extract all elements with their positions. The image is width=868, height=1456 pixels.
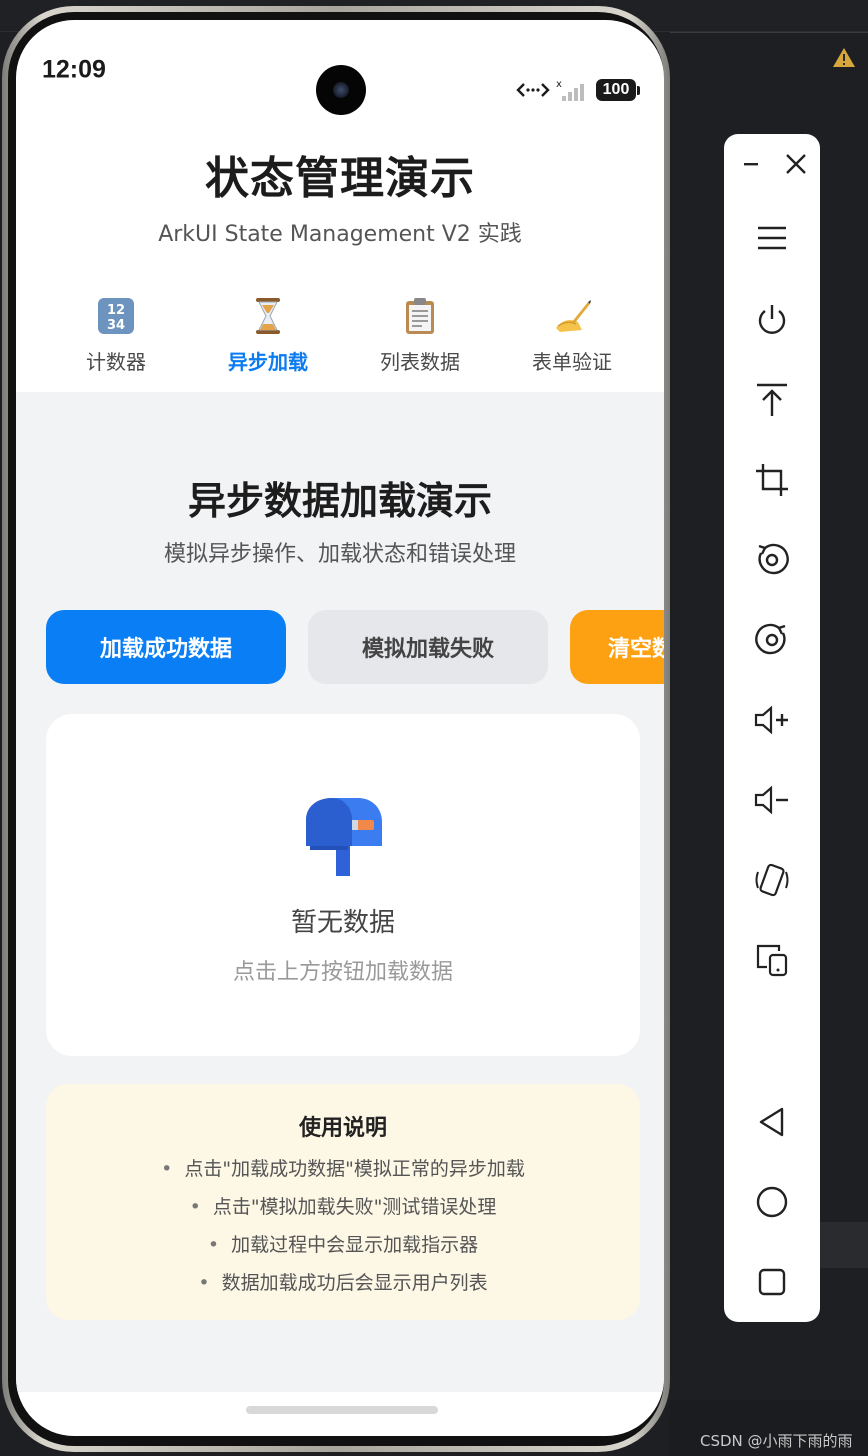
page-subtitle: ArkUI State Management V2 实践 bbox=[158, 222, 522, 247]
async-demo-panel: 异步数据加载演示 模拟异步操作、加载状态和错误处理 加载成功数据 模拟加载失败 … bbox=[16, 392, 664, 1392]
mailbox-icon bbox=[306, 798, 382, 876]
tab-bar: 12 34 计数器 异步加载 列表数据 表单验证 bbox=[16, 296, 664, 386]
clear-data-button[interactable]: 清空数 bbox=[570, 610, 664, 684]
instruction-item: • 数据加载成功后会显示用户列表 bbox=[46, 1268, 640, 1295]
volume-down-icon bbox=[754, 785, 788, 815]
demo-subtitle: 模拟异步操作、加载状态和错误处理 bbox=[163, 542, 516, 567]
back-icon bbox=[759, 1107, 784, 1137]
power-button[interactable] bbox=[752, 300, 792, 340]
phone-screen: 12:09 x 100 状态管理演示 ArkUI State Managemen… bbox=[16, 20, 664, 1436]
tab-list-data[interactable]: 列表数据 bbox=[350, 296, 490, 386]
back-button[interactable] bbox=[752, 1102, 792, 1142]
crop-button[interactable] bbox=[752, 460, 792, 500]
rotate-left-icon bbox=[758, 543, 789, 575]
simulate-failure-button[interactable]: 模拟加载失败 bbox=[308, 610, 548, 684]
menu-button[interactable] bbox=[752, 218, 792, 258]
numbers-icon: 1234 bbox=[98, 298, 134, 334]
status-time: 12:09 bbox=[42, 55, 106, 84]
svg-text:x: x bbox=[556, 79, 562, 90]
clipboard-icon bbox=[406, 298, 434, 334]
ide-panel bbox=[820, 1222, 868, 1268]
instructions-card: 使用说明 • 点击"加载成功数据"模拟正常的异步加载 • 点击"模拟加载失败"测试错… bbox=[46, 1084, 640, 1320]
empty-state-card: 暂无数据 点击上方按钮加载数据 bbox=[46, 714, 640, 1056]
tab-label: 异步加载 bbox=[228, 350, 308, 374]
load-success-button[interactable]: 加载成功数据 bbox=[46, 610, 286, 684]
home-button[interactable] bbox=[752, 1182, 792, 1222]
signal-icon: x bbox=[556, 79, 584, 101]
rotate-left-button[interactable] bbox=[752, 540, 792, 580]
data-transfer-icon bbox=[516, 83, 550, 97]
phone-bezel: 12:09 x 100 状态管理演示 ArkUI State Managemen… bbox=[8, 12, 664, 1446]
recents-button[interactable] bbox=[752, 1262, 792, 1302]
svg-text:12: 12 bbox=[107, 303, 125, 318]
front-camera bbox=[316, 65, 366, 115]
instruction-item: • 点击"模拟加载失败"测试错误处理 bbox=[46, 1192, 640, 1219]
tab-label: 表单验证 bbox=[532, 350, 612, 374]
rotate-right-button[interactable] bbox=[752, 620, 792, 660]
instruction-text: 点击"加载成功数据"模拟正常的异步加载 bbox=[184, 1158, 525, 1180]
recents-icon bbox=[758, 1268, 786, 1296]
power-icon bbox=[758, 305, 786, 334]
tab-async-loading[interactable]: 异步加载 bbox=[198, 296, 338, 386]
bullet-icon: • bbox=[198, 1272, 210, 1294]
pin-top-button[interactable] bbox=[752, 380, 792, 420]
instruction-text: 点击"模拟加载失败"测试错误处理 bbox=[212, 1196, 497, 1218]
warning-icon bbox=[833, 48, 855, 67]
tab-form-validation[interactable]: 表单验证 bbox=[502, 296, 642, 386]
battery-indicator: 100 bbox=[596, 79, 636, 101]
instruction-item: • 点击"加载成功数据"模拟正常的异步加载 bbox=[46, 1154, 640, 1181]
svg-text:34: 34 bbox=[107, 318, 125, 333]
tab-label: 列表数据 bbox=[380, 350, 460, 374]
status-icons: x 100 bbox=[516, 78, 640, 102]
pin-top-icon bbox=[757, 383, 787, 416]
instruction-text: 加载过程中会显示加载指示器 bbox=[231, 1234, 479, 1256]
demo-title: 异步数据加载演示 bbox=[187, 479, 492, 523]
home-icon bbox=[756, 1186, 788, 1218]
volume-up-icon bbox=[754, 705, 788, 735]
volume-up-button[interactable] bbox=[752, 700, 792, 740]
bullet-icon: • bbox=[207, 1234, 220, 1256]
empty-state-hint: 点击上方按钮加载数据 bbox=[232, 960, 453, 985]
tab-counter[interactable]: 12 34 计数器 bbox=[46, 296, 186, 386]
close-icon[interactable] bbox=[782, 150, 810, 178]
emulator-toolbar bbox=[724, 134, 820, 1322]
battery-tip bbox=[637, 85, 640, 95]
writing-hand-icon bbox=[556, 300, 591, 332]
page-title: 状态管理演示 bbox=[205, 153, 475, 204]
bullet-icon: • bbox=[189, 1196, 201, 1218]
shake-button[interactable] bbox=[752, 860, 792, 900]
empty-state-title: 暂无数据 bbox=[290, 908, 395, 938]
phone-frame: 12:09 x 100 状态管理演示 ArkUI State Managemen… bbox=[2, 6, 670, 1452]
crop-icon bbox=[756, 464, 788, 496]
ide-divider bbox=[670, 32, 868, 33]
instructions-title: 使用说明 bbox=[298, 1116, 387, 1141]
desktop-background: CSDN @小雨下雨的雨 12:09 x 100 状态管理演示 ArkUI St… bbox=[0, 0, 868, 1456]
multi-device-icon bbox=[756, 944, 788, 977]
rotate-right-icon bbox=[755, 623, 786, 655]
instruction-text: 数据加载成功后会显示用户列表 bbox=[221, 1272, 488, 1294]
bullet-icon: • bbox=[161, 1158, 173, 1180]
instruction-item: • 加载过程中会显示加载指示器 bbox=[46, 1230, 640, 1257]
volume-down-button[interactable] bbox=[752, 780, 792, 820]
watermark: CSDN @小雨下雨的雨 bbox=[700, 1432, 853, 1450]
minimize-icon[interactable] bbox=[738, 150, 766, 178]
hourglass-icon bbox=[256, 298, 280, 334]
home-indicator[interactable] bbox=[246, 1406, 438, 1414]
shake-icon bbox=[755, 863, 789, 897]
menu-icon bbox=[758, 226, 786, 250]
status-bar: 12:09 x 100 bbox=[16, 20, 664, 115]
multi-device-button[interactable] bbox=[752, 940, 792, 980]
tab-label: 计数器 bbox=[86, 350, 146, 374]
